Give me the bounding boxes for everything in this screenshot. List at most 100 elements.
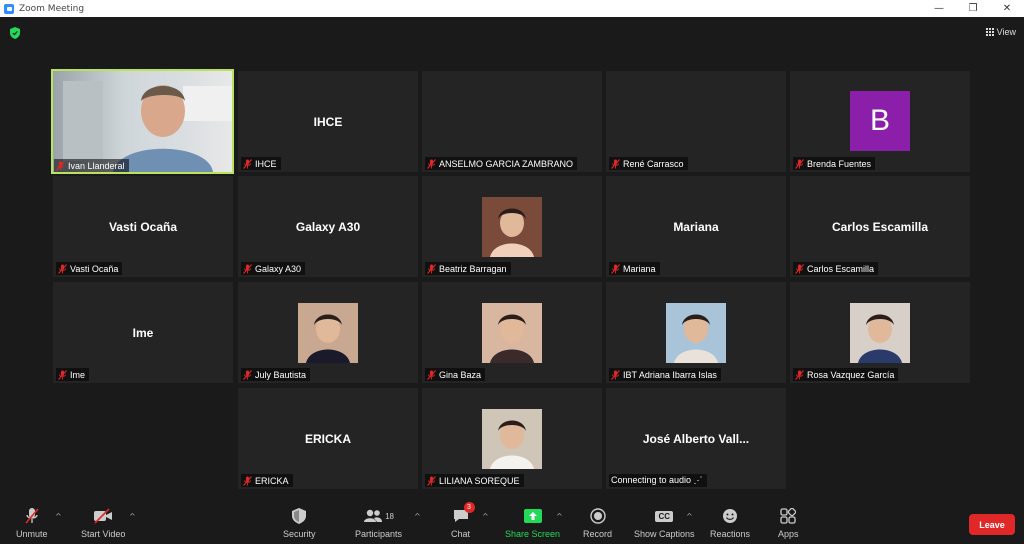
participant-video bbox=[53, 71, 232, 172]
shield-icon[interactable] bbox=[10, 27, 20, 39]
mic-muted-icon bbox=[611, 263, 620, 274]
participant-tile[interactable]: B Brenda Fuentes bbox=[790, 71, 970, 172]
mic-muted-icon bbox=[795, 263, 804, 274]
participant-tile[interactable]: Beatriz Barragan bbox=[422, 176, 602, 277]
participant-name: Carlos Escamilla bbox=[807, 263, 875, 274]
mic-muted-icon bbox=[24, 506, 40, 526]
grid-icon bbox=[985, 28, 994, 36]
mic-muted-icon bbox=[795, 158, 804, 169]
participant-tile[interactable]: IHCE IHCE bbox=[238, 71, 418, 172]
show-captions-button[interactable]: CC Show Captions bbox=[634, 506, 695, 539]
mic-muted-icon bbox=[58, 263, 67, 274]
participant-tile[interactable]: Ime Ime bbox=[53, 282, 233, 383]
participant-display-name: IHCE bbox=[313, 115, 343, 129]
participant-name-label: Vasti Ocaña bbox=[56, 262, 123, 275]
participant-tile[interactable]: Vasti Ocaña Vasti Ocaña bbox=[53, 176, 233, 277]
participant-display-name: Ime bbox=[132, 326, 154, 340]
participant-name: ERICKA bbox=[255, 475, 289, 486]
mic-muted-icon bbox=[795, 369, 804, 380]
apps-label: Apps bbox=[778, 529, 799, 539]
record-button[interactable]: Record bbox=[583, 506, 612, 539]
share-options-caret[interactable]: ^ bbox=[556, 512, 563, 521]
share-screen-button[interactable]: Share Screen bbox=[505, 506, 560, 539]
security-label: Security bbox=[283, 529, 316, 539]
video-options-caret[interactable]: ^ bbox=[129, 512, 136, 521]
participant-tile[interactable]: July Bautista bbox=[238, 282, 418, 383]
zoom-app-icon bbox=[4, 3, 14, 14]
participant-tile[interactable]: Mariana Mariana bbox=[606, 176, 786, 277]
show-captions-label: Show Captions bbox=[634, 529, 695, 539]
participant-tile[interactable]: Carlos Escamilla Carlos Escamilla bbox=[790, 176, 970, 277]
video-off-icon bbox=[93, 506, 113, 526]
participant-name: Vasti Ocaña bbox=[70, 263, 119, 274]
participant-display-name: Mariana bbox=[673, 220, 719, 234]
participant-display-name: José Alberto Vall... bbox=[642, 432, 750, 446]
participant-tile[interactable]: ANSELMO GARCIA ZAMBRANO bbox=[422, 71, 602, 172]
apps-button[interactable]: Apps bbox=[778, 506, 799, 539]
participant-name-label: July Bautista bbox=[241, 368, 311, 381]
participant-name: Brenda Fuentes bbox=[807, 158, 872, 169]
participant-name-label: Rosa Vazquez García bbox=[793, 368, 899, 381]
participant-tile[interactable]: Rosa Vazquez García bbox=[790, 282, 970, 383]
mic-muted-icon bbox=[427, 263, 436, 274]
start-video-label: Start Video bbox=[81, 529, 126, 539]
participant-name: LILIANA SOREQUE bbox=[439, 475, 520, 486]
participant-name-label: Connecting to audio ⋰ bbox=[609, 474, 707, 487]
reactions-button[interactable]: Reactions bbox=[710, 506, 750, 539]
participant-name-label: Galaxy A30 bbox=[241, 262, 306, 275]
participant-tile[interactable]: ERICKA ERICKA bbox=[238, 388, 418, 489]
security-shield-icon bbox=[292, 506, 307, 526]
participant-tile[interactable]: Gina Baza bbox=[422, 282, 602, 383]
participants-count: 18 bbox=[385, 511, 394, 521]
participant-name: Gina Baza bbox=[439, 369, 482, 380]
leave-button[interactable]: Leave bbox=[969, 514, 1015, 535]
security-button[interactable]: Security bbox=[283, 506, 316, 539]
participant-name-label: Mariana bbox=[609, 262, 660, 275]
chat-button[interactable]: 3 Chat bbox=[451, 502, 475, 539]
participant-tile[interactable]: Galaxy A30 Galaxy A30 bbox=[238, 176, 418, 277]
participant-name-label: Ime bbox=[56, 368, 90, 381]
start-video-button[interactable]: Start Video bbox=[81, 506, 125, 539]
participant-name-label: Brenda Fuentes bbox=[793, 157, 876, 170]
unmute-button[interactable]: Unmute bbox=[16, 506, 48, 539]
participant-display-name: Galaxy A30 bbox=[295, 220, 361, 234]
participant-name-label: Gina Baza bbox=[425, 368, 486, 381]
participant-name: July Bautista bbox=[255, 369, 307, 380]
participant-tile[interactable]: José Alberto Vall... Connecting to audio … bbox=[606, 388, 786, 489]
participant-tile[interactable]: IBT Adriana Ibarra Islas bbox=[606, 282, 786, 383]
participant-avatar: B bbox=[850, 91, 910, 151]
mic-muted-icon bbox=[243, 475, 252, 486]
close-button[interactable]: ✕ bbox=[990, 0, 1024, 17]
meeting-toolbar: Unmute ^ Start Video ^ Security 18 Parti… bbox=[0, 500, 1024, 544]
chat-label: Chat bbox=[451, 529, 471, 539]
chat-options-caret[interactable]: ^ bbox=[482, 512, 489, 521]
mic-muted-icon bbox=[58, 369, 67, 380]
view-button[interactable]: View bbox=[985, 25, 1016, 39]
participant-tile[interactable]: René Carrasco bbox=[606, 71, 786, 172]
restore-button[interactable]: ❐ bbox=[956, 0, 990, 17]
participant-name: IHCE bbox=[255, 158, 277, 169]
mic-muted-icon bbox=[243, 369, 252, 380]
participant-name: Galaxy A30 bbox=[255, 263, 302, 274]
record-icon bbox=[589, 506, 606, 526]
participants-options-caret[interactable]: ^ bbox=[414, 512, 421, 521]
unmute-label: Unmute bbox=[16, 529, 48, 539]
participant-display-name: Carlos Escamilla bbox=[831, 220, 929, 234]
participants-button[interactable]: 18 Participants bbox=[355, 506, 402, 539]
mic-muted-icon bbox=[611, 158, 620, 169]
mic-muted-icon bbox=[56, 160, 65, 171]
captions-options-caret[interactable]: ^ bbox=[686, 512, 693, 521]
record-label: Record bbox=[583, 529, 613, 539]
apps-icon bbox=[780, 506, 797, 526]
captions-icon: CC bbox=[655, 506, 674, 526]
minimize-button[interactable]: — bbox=[922, 0, 956, 17]
participant-name: René Carrasco bbox=[623, 158, 684, 169]
participant-tile[interactable]: Ivan Llanderal bbox=[51, 69, 234, 174]
participant-name-label: ERICKA bbox=[241, 474, 293, 487]
reactions-smiley-icon bbox=[722, 506, 738, 526]
participant-display-name: Vasti Ocaña bbox=[108, 220, 178, 234]
participant-tile[interactable]: LILIANA SOREQUE bbox=[422, 388, 602, 489]
meeting-stage: View Ivan Llanderal IHCE IHCE ANSELMO GARCI… bbox=[0, 17, 1024, 500]
participant-name: Rosa Vazquez García bbox=[807, 369, 895, 380]
audio-options-caret[interactable]: ^ bbox=[55, 512, 62, 521]
